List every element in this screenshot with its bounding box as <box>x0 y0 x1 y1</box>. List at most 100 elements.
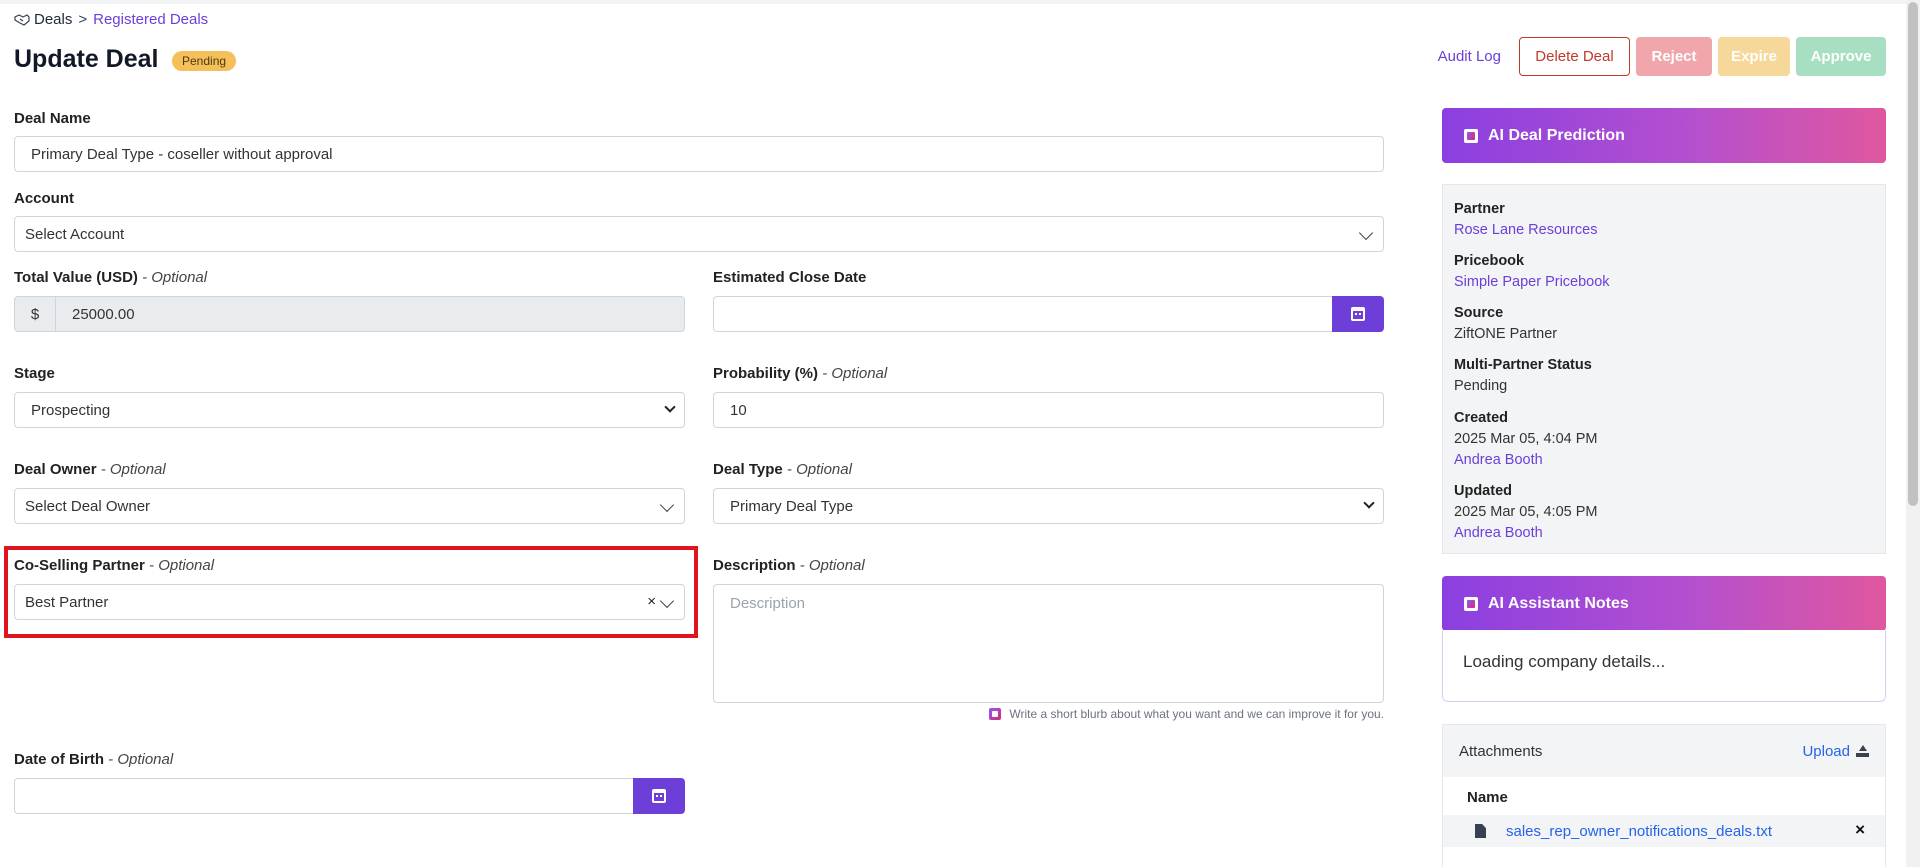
close-date-label: Estimated Close Date <box>713 269 866 286</box>
description-textarea[interactable]: Description <box>713 584 1384 703</box>
co-selling-partner-select[interactable]: Best Partner × <box>14 584 685 620</box>
optional-text: - Optional <box>149 557 215 574</box>
close-date-input[interactable] <box>713 296 1333 332</box>
deal-name-label: Deal Name <box>14 110 91 127</box>
total-value-value: 25000.00 <box>72 305 135 323</box>
probability-label-text: Probability (%) <box>713 365 819 382</box>
deal-type-value: Primary Deal Type <box>730 497 854 515</box>
account-label-text: Account <box>14 190 74 207</box>
updated-by-link[interactable]: Andrea Booth <box>1454 523 1597 544</box>
ai-assistant-notes-body: Loading company details... <box>1442 630 1886 702</box>
attachments-header: Attachments Upload <box>1443 725 1885 777</box>
audit-log-button[interactable]: Audit Log <box>1426 37 1513 76</box>
created-by-link[interactable]: Andrea Booth <box>1454 450 1597 471</box>
co-selling-partner-label-text: Co-Selling Partner <box>14 557 145 574</box>
handshake-icon <box>14 13 30 26</box>
source-info: Source ZiftONE Partner <box>1454 303 1557 345</box>
multi-partner-status-label: Multi-Partner Status <box>1454 357 1592 373</box>
optional-text: - Optional <box>108 751 174 768</box>
account-value: Select Account <box>25 225 125 243</box>
deal-type-label-text: Deal Type <box>713 461 783 478</box>
close-date-calendar-button[interactable] <box>1332 296 1384 332</box>
stage-select[interactable]: Prospecting <box>14 392 685 428</box>
breadcrumb: Deals > Registered Deals <box>14 11 208 28</box>
close-icon[interactable]: × <box>647 593 656 610</box>
date-of-birth-input[interactable] <box>14 778 634 814</box>
partner-info: Partner Rose Lane Resources <box>1454 199 1597 241</box>
total-value-label-text: Total Value (USD) <box>14 269 138 286</box>
partner-link[interactable]: Rose Lane Resources <box>1454 220 1597 241</box>
date-of-birth-label: Date of Birth - Optional <box>14 751 173 768</box>
chevron-down-icon <box>1358 225 1374 241</box>
updated-date: 2025 Mar 05, 4:05 PM <box>1454 504 1598 520</box>
ai-logo-icon <box>1464 128 1478 143</box>
close-icon[interactable]: × <box>1855 820 1865 840</box>
expire-button[interactable]: Expire <box>1718 37 1790 76</box>
description-hint-text: Write a short blurb about what you want … <box>1009 707 1384 721</box>
page-title: Update Deal <box>14 45 159 73</box>
deal-info-panel: Partner Rose Lane Resources Pricebook Si… <box>1442 184 1886 554</box>
created-date: 2025 Mar 05, 4:04 PM <box>1454 431 1598 447</box>
page-scrollbar[interactable] <box>1906 0 1920 867</box>
deal-name-label-text: Deal Name <box>14 110 91 127</box>
probability-value: 10 <box>730 401 747 419</box>
account-label: Account <box>14 190 74 207</box>
attachments-panel: Attachments Upload Name sales_rep_owner_… <box>1442 724 1886 867</box>
optional-text: - Optional <box>822 365 888 382</box>
account-select[interactable]: Select Account <box>14 216 1384 252</box>
currency-addon: $ <box>14 296 56 332</box>
total-value-label: Total Value (USD) - Optional <box>14 269 207 286</box>
source-info-label: Source <box>1454 305 1504 321</box>
attachment-link[interactable]: sales_rep_owner_notifications_deals.txt <box>1506 823 1772 840</box>
chevron-down-icon <box>664 401 676 413</box>
deal-owner-label: Deal Owner - Optional <box>14 461 166 478</box>
reject-button[interactable]: Reject <box>1636 37 1712 76</box>
ai-logo-icon[interactable] <box>989 708 1002 720</box>
attachments-title: Attachments <box>1459 742 1543 760</box>
multi-partner-status-value: Pending <box>1454 378 1508 394</box>
breadcrumb-registered-deals[interactable]: Registered Deals <box>93 11 208 28</box>
description-placeholder: Description <box>730 595 806 612</box>
deal-owner-select[interactable]: Select Deal Owner <box>14 488 685 524</box>
optional-text: - Optional <box>786 461 852 478</box>
created-info: Created 2025 Mar 05, 4:04 PM Andrea Boot… <box>1454 408 1597 471</box>
probability-input[interactable]: 10 <box>713 392 1384 428</box>
ai-deal-prediction-header: AI Deal Prediction <box>1442 108 1886 163</box>
chevron-down-icon <box>659 497 675 513</box>
source-value: ZiftONE Partner <box>1454 326 1558 342</box>
partner-info-label: Partner <box>1454 201 1505 217</box>
notes-text: Loading company details... <box>1463 652 1666 671</box>
optional-text: - Optional <box>142 269 208 286</box>
chevron-down-icon <box>1363 497 1375 509</box>
deal-name-input[interactable]: Primary Deal Type - coseller without app… <box>14 136 1384 172</box>
stage-value: Prospecting <box>31 401 111 419</box>
file-icon <box>1475 824 1486 838</box>
pricebook-link[interactable]: Simple Paper Pricebook <box>1454 272 1610 293</box>
calendar-icon <box>1351 307 1365 321</box>
total-value-input[interactable]: 25000.00 <box>55 296 685 332</box>
status-badge: Pending <box>172 51 237 71</box>
deal-name-value: Primary Deal Type - coseller without app… <box>31 145 333 163</box>
updated-label: Updated <box>1454 483 1512 499</box>
ai-assistant-notes-title: AI Assistant Notes <box>1488 594 1629 612</box>
deal-type-label: Deal Type - Optional <box>713 461 852 478</box>
top-border <box>0 0 1920 4</box>
breadcrumb-deals[interactable]: Deals <box>34 11 72 28</box>
co-selling-partner-label: Co-Selling Partner - Optional <box>14 557 214 574</box>
calendar-icon <box>652 789 666 803</box>
scrollbar-thumb[interactable] <box>1908 2 1918 506</box>
stage-label: Stage <box>14 365 55 382</box>
close-date-label-text: Estimated Close Date <box>713 269 867 286</box>
delete-deal-button[interactable]: Delete Deal <box>1519 37 1630 76</box>
stage-label-text: Stage <box>14 365 55 382</box>
ai-deal-prediction-title: AI Deal Prediction <box>1488 126 1625 144</box>
description-label-text: Description <box>713 557 796 574</box>
upload-button[interactable]: Upload <box>1802 743 1869 760</box>
ai-assistant-notes-header: AI Assistant Notes <box>1442 576 1886 631</box>
deal-owner-value: Select Deal Owner <box>25 497 151 515</box>
probability-label: Probability (%) - Optional <box>713 365 887 382</box>
date-of-birth-calendar-button[interactable] <box>633 778 685 814</box>
deal-type-select[interactable]: Primary Deal Type <box>713 488 1384 524</box>
chevron-down-icon[interactable] <box>659 593 675 609</box>
approve-button[interactable]: Approve <box>1796 37 1886 76</box>
